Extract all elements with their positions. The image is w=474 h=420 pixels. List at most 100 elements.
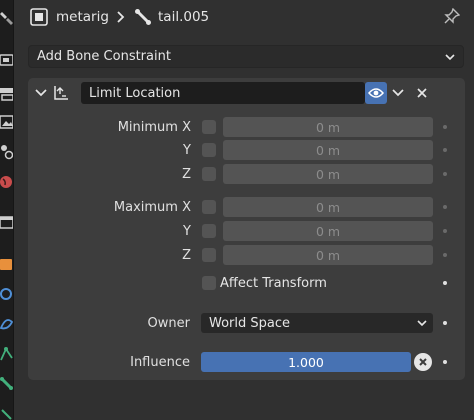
owner-row: Owner World Space (28, 313, 465, 333)
tool-icon (0, 12, 13, 25)
clear-icon (419, 358, 427, 366)
influence-row: Influence 1.000 (28, 352, 465, 372)
physics-tab[interactable] (0, 344, 13, 364)
max-z-value: 0 m (315, 247, 341, 263)
keyframe-dot[interactable] (443, 253, 447, 257)
keyframe-dot[interactable] (443, 321, 447, 325)
max-y-value: 0 m (315, 223, 341, 239)
maximum-y-row: Y 0 m (28, 221, 465, 241)
constraint-name: Limit Location (89, 85, 181, 101)
affect-transform-checkbox[interactable] (202, 276, 216, 290)
minimum-x-label: Minimum X (117, 119, 191, 135)
keyframe-dot[interactable] (443, 281, 447, 285)
collection-icon (0, 216, 13, 229)
bone-icon (0, 377, 13, 390)
chevron-down-icon (392, 89, 404, 97)
keyframe-dot[interactable] (443, 148, 447, 152)
properties-tab-strip (0, 0, 14, 420)
keyframe-dot[interactable] (443, 229, 447, 233)
influence-slider[interactable]: 1.000 (201, 352, 411, 372)
physics-icon (0, 347, 13, 361)
max-x-field[interactable]: 0 m (223, 197, 433, 217)
modifier-tab[interactable] (0, 284, 13, 304)
owner-space-value: World Space (209, 315, 291, 331)
bone-constraint-tab[interactable] (0, 404, 13, 420)
minimum-y-row: Y 0 m (28, 140, 465, 160)
collection-tab[interactable] (0, 212, 13, 232)
use-max-x-checkbox[interactable] (202, 200, 216, 214)
object-name: metarig (56, 9, 109, 25)
maximum-z-row: Z 0 m (28, 245, 465, 265)
pin-button[interactable] (444, 6, 460, 28)
constraint-options-menu[interactable] (388, 82, 408, 104)
object-tab[interactable] (0, 254, 13, 274)
bone-breadcrumb[interactable]: tail.005 (134, 6, 209, 28)
maximum-z-label: Z (182, 247, 191, 263)
max-y-field[interactable]: 0 m (223, 221, 433, 241)
breadcrumb-arrow-icon (117, 11, 125, 23)
min-y-value: 0 m (315, 142, 341, 158)
minimum-z-label: Z (182, 166, 191, 182)
keyframe-dot[interactable] (443, 205, 447, 209)
maximum-x-label: Maximum X (113, 199, 191, 215)
constraint-type-icon-wrap (52, 84, 70, 106)
breadcrumb-separator (116, 6, 126, 28)
constraint-enable-toggle[interactable] (365, 82, 387, 104)
limit-location-constraint-panel: Limit Location Minimum X 0 m Y 0 m Z 0 m… (28, 78, 465, 380)
affect-transform-label: Affect Transform (220, 275, 327, 291)
keyframe-dot[interactable] (443, 125, 447, 129)
disable-keep-transform-button[interactable] (414, 353, 432, 371)
scene-tab[interactable] (0, 142, 13, 162)
tool-tab[interactable] (0, 8, 13, 28)
add-bone-constraint-label: Add Bone Constraint (37, 49, 171, 64)
minimum-z-row: Z 0 m (28, 164, 465, 184)
use-min-x-checkbox[interactable] (202, 120, 216, 134)
output-tab[interactable] (0, 84, 13, 104)
use-min-z-checkbox[interactable] (202, 167, 216, 181)
render-icon (0, 54, 13, 66)
maximum-y-label: Y (183, 223, 191, 239)
keyframe-dot[interactable] (443, 360, 447, 364)
view-layer-tab[interactable] (0, 112, 13, 132)
limit-location-icon (54, 86, 68, 100)
properties-header: metarig tail.005 (14, 0, 474, 34)
owner-space-select[interactable]: World Space (201, 313, 433, 333)
object-icon (0, 259, 12, 270)
output-icon (0, 88, 13, 101)
bone-name: tail.005 (158, 9, 210, 25)
chevron-down-icon (417, 320, 427, 327)
min-z-field[interactable]: 0 m (223, 164, 433, 184)
add-bone-constraint-dropdown[interactable]: Add Bone Constraint (28, 45, 464, 68)
constraint-name-field[interactable]: Limit Location (81, 82, 365, 104)
min-x-value: 0 m (315, 119, 341, 135)
world-tab[interactable] (0, 172, 13, 192)
bone-constraint-icon (1, 409, 12, 420)
keyframe-dot[interactable] (443, 172, 447, 176)
affect-transform-row: Affect Transform (28, 273, 465, 293)
min-z-value: 0 m (315, 166, 341, 182)
use-max-y-checkbox[interactable] (202, 224, 216, 238)
world-icon (0, 176, 12, 188)
delete-constraint-button[interactable] (412, 82, 432, 104)
min-y-field[interactable]: 0 m (223, 140, 433, 160)
max-x-value: 0 m (315, 199, 341, 215)
object-breadcrumb[interactable]: metarig (30, 6, 109, 28)
min-x-field[interactable]: 0 m (223, 117, 433, 137)
bone-tab[interactable] (0, 374, 13, 394)
pin-icon (444, 8, 460, 24)
collapse-toggle[interactable] (34, 86, 48, 104)
minimum-y-label: Y (183, 142, 191, 158)
use-max-z-checkbox[interactable] (202, 248, 216, 262)
particles-tab[interactable] (0, 314, 13, 334)
owner-label: Owner (147, 315, 190, 331)
collapse-chevron-icon (35, 89, 47, 97)
particles-icon (0, 319, 13, 330)
use-min-y-checkbox[interactable] (202, 143, 216, 157)
modifier-icon (0, 288, 12, 300)
close-icon (417, 88, 427, 98)
eye-icon (368, 88, 384, 98)
influence-value: 1.000 (288, 354, 324, 370)
render-tab[interactable] (0, 50, 13, 70)
minimum-x-row: Minimum X 0 m (28, 117, 465, 137)
max-z-field[interactable]: 0 m (223, 245, 433, 265)
